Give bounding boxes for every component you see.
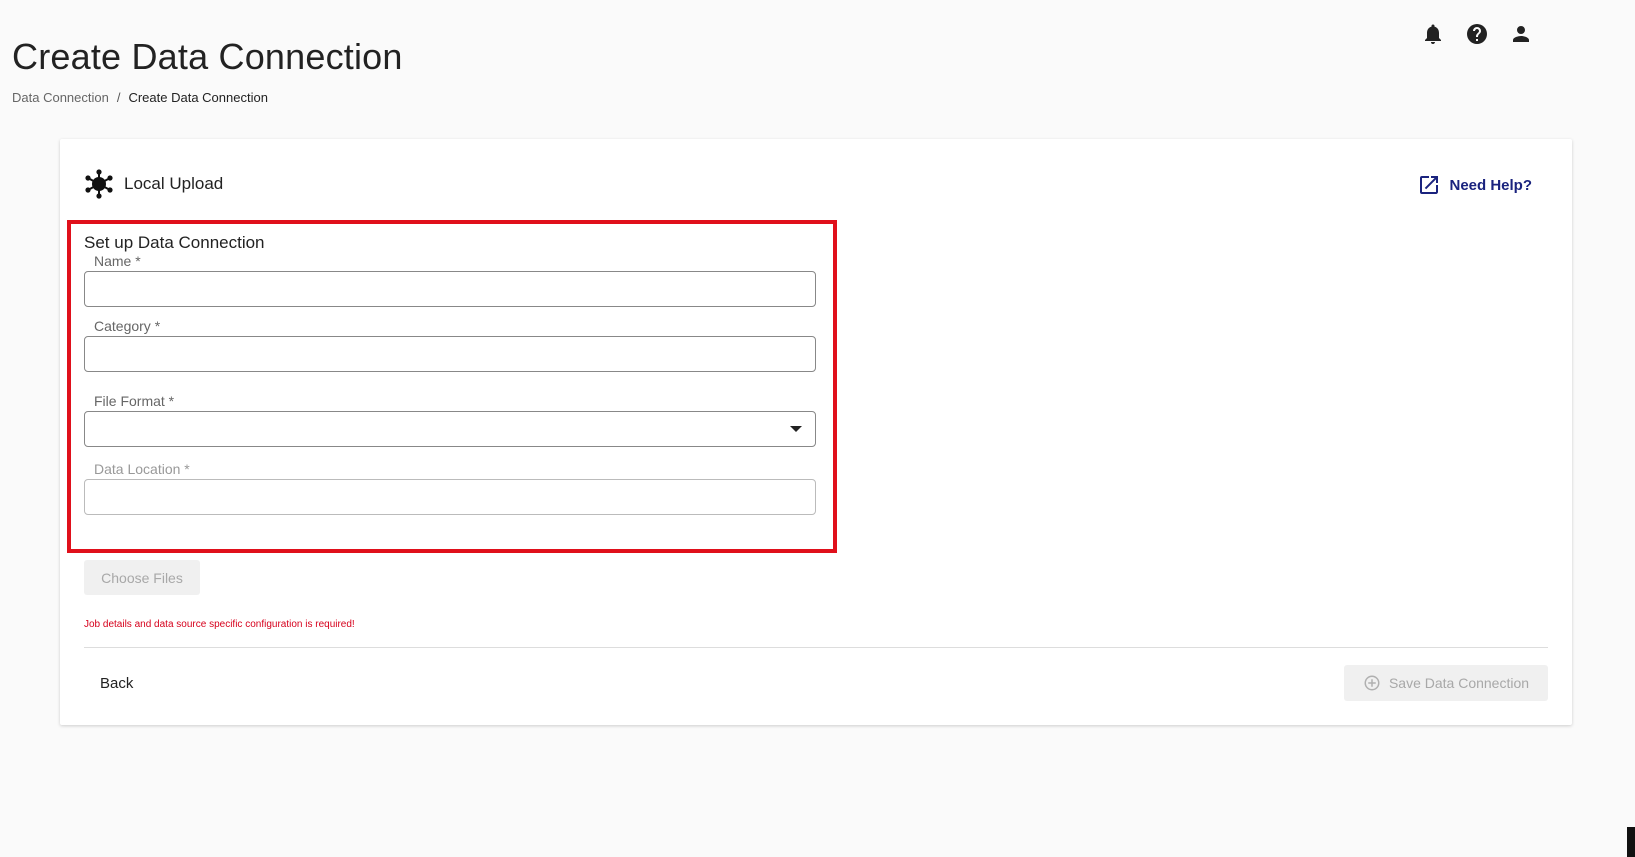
add-circle-outline-icon: [1364, 675, 1380, 691]
breadcrumb: Data Connection / Create Data Connection: [12, 90, 268, 105]
breadcrumb-separator: /: [116, 90, 121, 105]
corner-shade: [1627, 827, 1635, 857]
bell-icon[interactable]: [1421, 22, 1445, 46]
need-help-link[interactable]: Need Help?: [1417, 173, 1532, 197]
error-message: Job details and data source specific con…: [84, 619, 355, 630]
source-label: Local Upload: [124, 174, 224, 193]
file-format-label: File Format *: [92, 393, 177, 409]
choose-files-button[interactable]: Choose Files: [84, 560, 200, 595]
section-title: Set up Data Connection: [84, 233, 265, 252]
help-circle-icon[interactable]: [1465, 22, 1489, 46]
account-icon[interactable]: [1509, 22, 1533, 46]
breadcrumb-data-connection[interactable]: Data Connection: [12, 90, 109, 105]
hub-network-icon: [85, 169, 113, 199]
page-title: Create Data Connection: [12, 36, 403, 77]
category-label: Category *: [92, 318, 163, 334]
open-in-new-icon: [1420, 176, 1439, 194]
file-format-select[interactable]: [84, 411, 816, 447]
connection-card: Local Upload Need Help? Set up Data Conn…: [60, 139, 1572, 725]
data-location-label: Data Location *: [92, 461, 192, 477]
breadcrumb-current: Create Data Connection: [128, 90, 268, 105]
top-toolbar: [1421, 22, 1533, 46]
divider: [84, 647, 1548, 648]
back-button[interactable]: Back: [84, 665, 149, 701]
save-label: Save Data Connection: [1388, 675, 1530, 691]
category-input[interactable]: [84, 336, 816, 372]
name-input[interactable]: [84, 271, 816, 307]
data-location-input[interactable]: [84, 479, 816, 515]
name-label: Name *: [92, 253, 143, 269]
source-header: Local Upload: [84, 169, 223, 199]
need-help-label: Need Help?: [1449, 176, 1532, 194]
save-data-connection-button[interactable]: Save Data Connection: [1344, 665, 1548, 701]
chevron-down-icon[interactable]: [790, 426, 802, 432]
